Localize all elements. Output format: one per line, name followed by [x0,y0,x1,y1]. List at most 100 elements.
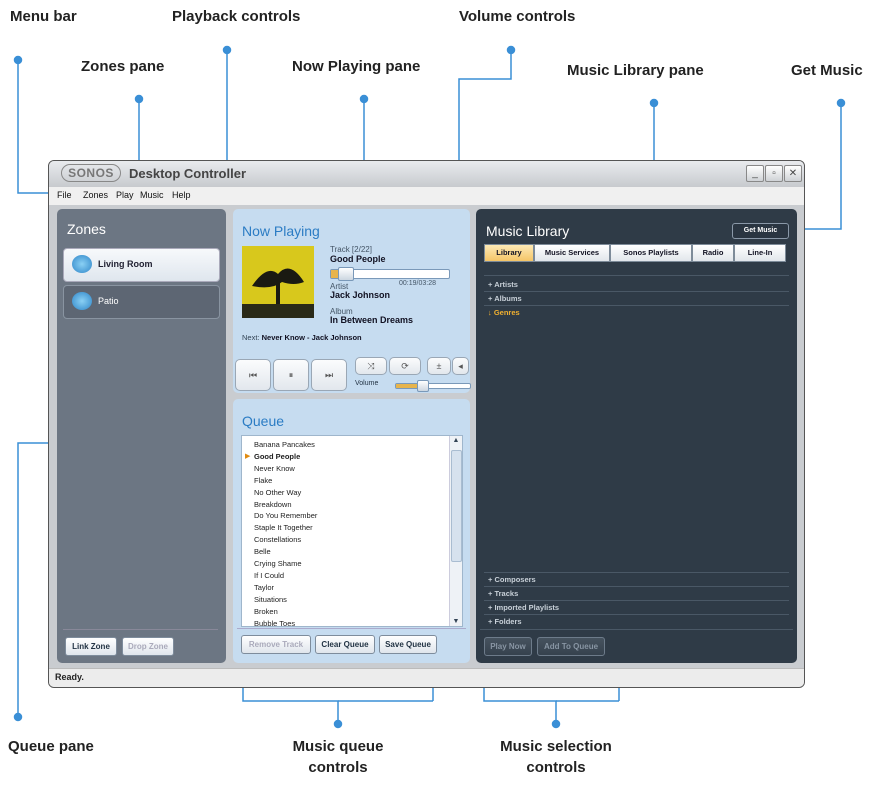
menu-file[interactable]: File [57,190,72,200]
queue-track[interactable]: Situations [254,595,287,604]
callout-volume-controls: Volume controls [459,8,576,25]
divider [484,291,789,292]
divider [484,586,789,587]
drop-zone-button[interactable]: Drop Zone [122,637,174,656]
scroll-thumb[interactable] [451,450,462,562]
divider [484,600,789,601]
tab-music-services[interactable]: Music Services [534,244,610,262]
category-genres[interactable]: ↓ Genres [488,308,520,317]
add-to-queue-button[interactable]: Add To Queue [537,637,605,656]
next-label: Next: [242,333,260,342]
minimize-button[interactable]: _ [746,165,764,182]
play-now-button[interactable]: Play Now [484,637,532,656]
volume-thumb[interactable] [416,380,429,392]
next-track-name: Never Know - Jack Johnson [261,333,362,342]
queue-track[interactable]: Constellations [254,535,301,544]
category-albums[interactable]: + Albums [488,294,522,303]
progress-thumb[interactable] [337,267,354,281]
callout-music-selection-controls-line1: Music selection [500,738,612,755]
category-label: Artists [494,280,518,289]
maximize-button[interactable]: ▫ [765,165,783,182]
status-bar: Ready. [49,668,804,687]
queue-pane: Queue ▲ ▼ Banana Pancakes Good People ▶ Nev… [233,399,470,663]
title-bar[interactable]: SONOS Desktop Controller _ ▫ ✕ [49,161,804,187]
queue-track[interactable]: Staple It Together [254,523,313,532]
link-zone-button[interactable]: Link Zone [65,637,117,656]
category-folders[interactable]: + Folders [488,617,522,626]
divider [480,629,793,630]
callout-menu-bar: Menu bar [10,8,77,25]
category-artists[interactable]: + Artists [488,280,518,289]
tab-radio[interactable]: Radio [692,244,734,262]
repeat-button[interactable]: ⟳ [389,357,421,375]
category-label: Folders [494,617,522,626]
callout-now-playing-pane: Now Playing pane [292,58,421,75]
next-icon: ⏭ [324,370,334,380]
menu-zones[interactable]: Zones [83,190,108,200]
queue-track[interactable]: Good People [254,452,300,461]
queue-track[interactable]: Broken [254,607,278,616]
tab-line-in[interactable]: Line-In [734,244,786,262]
pause-button[interactable]: ⏸ [273,359,309,391]
get-music-button[interactable]: Get Music [732,223,789,239]
queue-track[interactable]: Breakdown [254,500,292,509]
scroll-up-icon[interactable]: ▲ [450,437,462,444]
crossfade-icon: ± [436,361,442,371]
menu-music[interactable]: Music [140,190,164,200]
next-track: Next: Never Know - Jack Johnson [242,333,362,342]
queue-scrollbar[interactable]: ▲ ▼ [449,436,462,626]
queue-list[interactable]: ▲ ▼ Banana Pancakes Good People ▶ Never Kno… [241,435,463,627]
music-library-pane: Music Library Get Music Library Music Se… [476,209,797,663]
menu-bar: File Zones Play Music Help [49,187,804,205]
divider [484,572,789,573]
volume-slider[interactable] [395,380,471,392]
queue-track[interactable]: Do You Remember [254,511,317,520]
remove-track-button[interactable]: Remove Track [241,635,311,654]
category-label: Genres [493,308,520,317]
tab-sonos-playlists[interactable]: Sonos Playlists [610,244,692,262]
divider [237,628,466,629]
queue-track[interactable]: No Other Way [254,488,301,497]
callout-music-selection-controls-line2: controls [526,759,586,776]
zone-living-room[interactable]: Living Room [63,248,220,282]
clear-queue-button[interactable]: Clear Queue [315,635,375,654]
zone-patio[interactable]: Patio [63,285,220,319]
category-imported-playlists[interactable]: + Imported Playlists [488,603,559,612]
track-progress-slider[interactable] [330,267,450,281]
track-name: Good People [330,254,386,264]
zone-label: Living Room [98,259,153,269]
callout-music-queue-controls-line2: controls [308,759,368,776]
track-label: Track [2/22] [330,245,372,254]
category-composers[interactable]: + Composers [488,575,536,584]
queue-track[interactable]: Flake [254,476,272,485]
queue-track[interactable]: Taylor [254,583,274,592]
speaker-mute-icon: ◂ [458,361,463,371]
shuffle-button[interactable]: ⤨ [355,357,387,375]
category-tracks[interactable]: + Tracks [488,589,518,598]
queue-title: Queue [242,413,285,429]
queue-track[interactable]: If I Could [254,571,284,580]
mute-button[interactable]: ◂ [452,357,469,375]
queue-track[interactable]: Belle [254,547,271,556]
queue-track[interactable]: Bubble Toes [254,619,295,627]
previous-track-button[interactable]: ⏮ [235,359,271,391]
now-playing-title: Now Playing [242,223,320,239]
close-button[interactable]: ✕ [784,165,802,182]
next-track-button[interactable]: ⏭ [311,359,347,391]
queue-track[interactable]: Never Know [254,464,295,473]
crossfade-button[interactable]: ± [427,357,451,375]
callout-music-selection-controls: Music selection controls [481,738,631,776]
tab-library[interactable]: Library [484,244,534,262]
track-time: 00:19/03:28 [399,280,436,287]
music-library-title: Music Library [486,223,570,239]
repeat-icon: ⟳ [401,361,409,371]
now-playing-arrow-icon: ▶ [245,452,251,460]
queue-track[interactable]: Crying Shame [254,559,302,568]
save-queue-button[interactable]: Save Queue [379,635,437,654]
scroll-down-icon[interactable]: ▼ [450,618,462,625]
menu-play[interactable]: Play [116,190,134,200]
menu-help[interactable]: Help [172,190,191,200]
desktop-controller-window: SONOS Desktop Controller _ ▫ ✕ File Zone… [48,160,805,688]
divider [484,614,789,615]
queue-track[interactable]: Banana Pancakes [254,440,315,449]
